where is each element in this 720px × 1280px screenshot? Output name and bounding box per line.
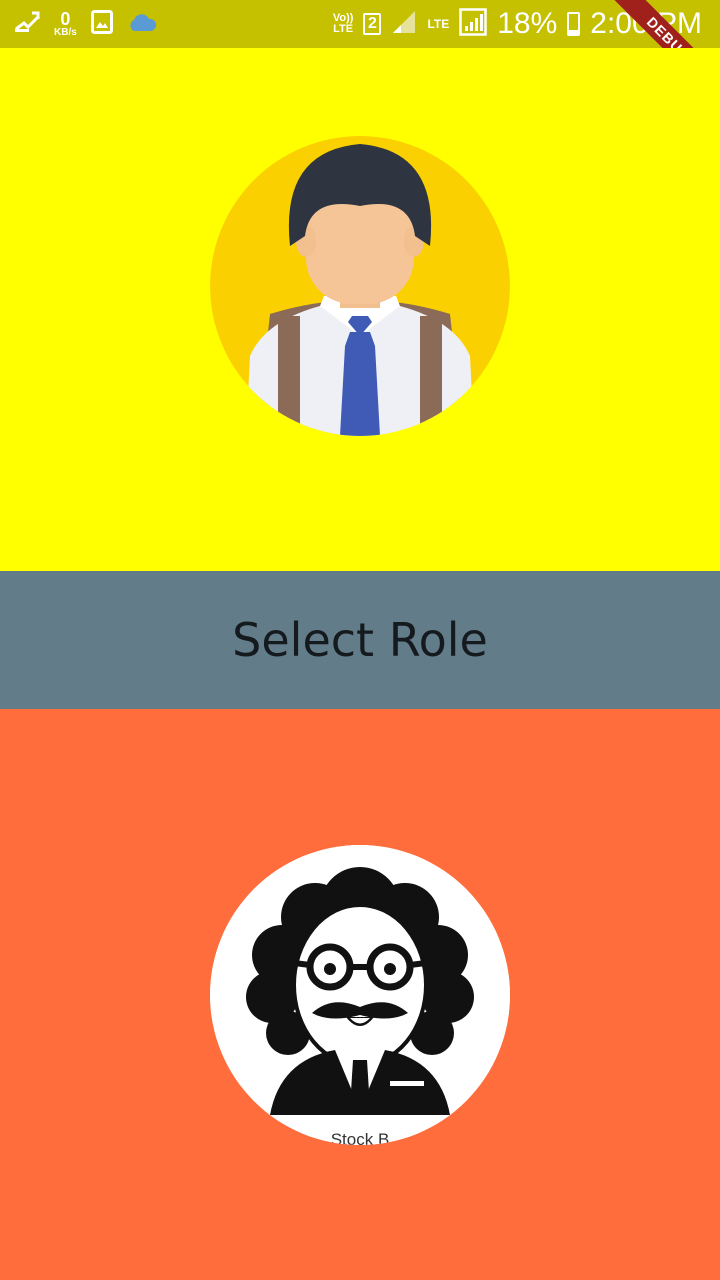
- student-avatar-icon[interactable]: [210, 136, 510, 436]
- cloud-icon: [127, 12, 157, 37]
- volte-bottom: LTE: [333, 23, 354, 35]
- investor-caption: Stock B: [331, 1130, 390, 1145]
- signal-weak-icon: [391, 9, 417, 40]
- select-role-bar: Select Role: [0, 571, 720, 709]
- status-right: Vo)) LTE 2 LTE 18% 2:00 PM: [333, 6, 702, 42]
- network-type-label: LTE: [427, 17, 450, 31]
- status-bar: 0 KB/s Vo)) LTE 2 LTE 18% 2:00 PM: [0, 0, 720, 48]
- clock: 2:00 PM: [590, 7, 702, 40]
- battery-percent: 18%: [497, 7, 558, 40]
- data-rate: 0 KB/s: [54, 10, 77, 38]
- investor-avatar-icon[interactable]: Stock B: [210, 845, 510, 1145]
- data-rate-unit: KB/s: [54, 27, 77, 38]
- battery-charging-icon: [567, 12, 581, 36]
- volte-indicator: Vo)) LTE: [333, 13, 354, 35]
- upload-icon: [14, 11, 40, 38]
- network-type: LTE: [427, 18, 449, 30]
- gallery-icon: [90, 9, 113, 39]
- signal-full-icon: [459, 7, 487, 41]
- data-rate-value: 0: [60, 9, 71, 29]
- page-title: Select Role: [232, 613, 488, 667]
- status-left: 0 KB/s: [14, 8, 157, 40]
- student-role-panel[interactable]: [0, 48, 720, 571]
- investor-role-panel[interactable]: Stock B: [0, 709, 720, 1280]
- sim-slot-badge: 2: [363, 13, 382, 35]
